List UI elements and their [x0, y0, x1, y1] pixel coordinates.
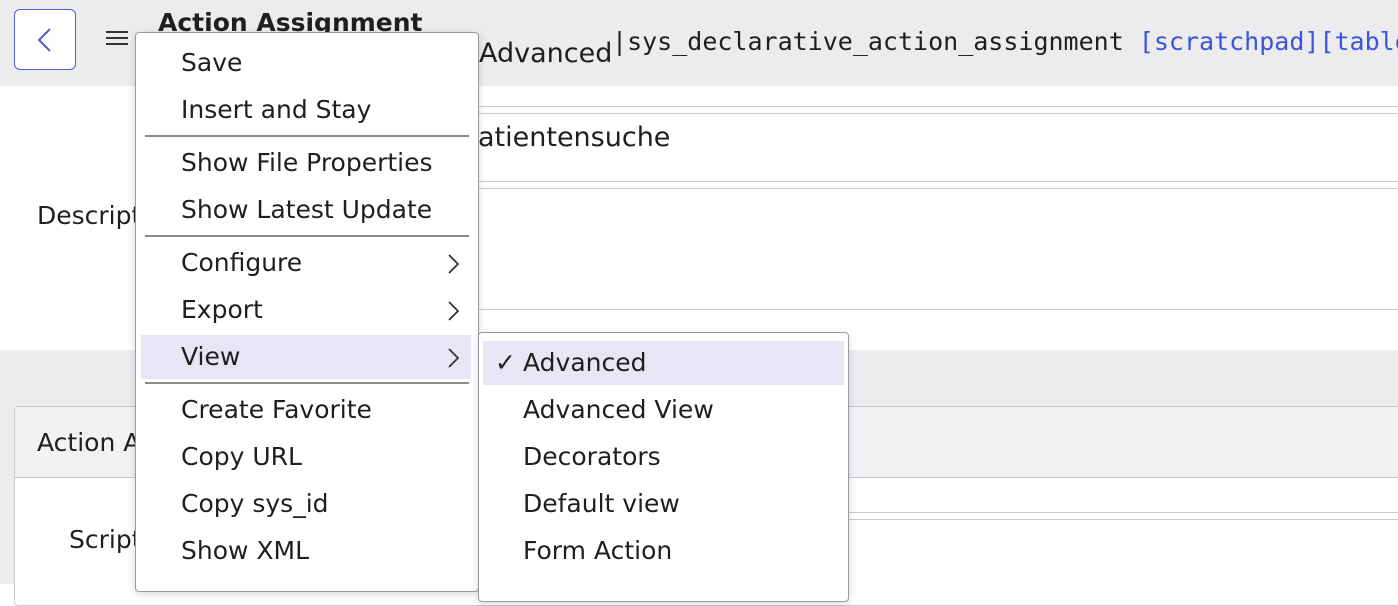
chevron-right-icon	[448, 348, 459, 368]
checkmark-icon: ✓	[495, 348, 516, 377]
submenu-item-decorators[interactable]: Decorators	[483, 435, 844, 479]
menu-item-label: Copy URL	[181, 442, 302, 471]
chevron-right-icon	[448, 301, 459, 321]
menu-item-show-latest-update[interactable]: Show Latest Update	[141, 188, 471, 232]
submenu-item-label: Advanced	[523, 348, 647, 377]
submenu-item-advanced-view[interactable]: Advanced View	[483, 388, 844, 432]
menu-item-label: Export	[181, 295, 263, 324]
menu-item-show-xml[interactable]: Show XML	[141, 529, 471, 573]
menu-icon[interactable]	[106, 31, 130, 51]
menu-item-show-file-properties[interactable]: Show File Properties	[141, 141, 471, 185]
menu-item-label: View	[181, 342, 241, 371]
scratchpad-link[interactable]: [scratchpad]	[1139, 27, 1320, 56]
description-field[interactable]	[470, 188, 1398, 310]
view-name-label: Advanced	[479, 38, 613, 69]
back-button[interactable]	[14, 9, 76, 70]
menu-item-label: Insert and Stay	[181, 95, 372, 124]
menu-item-label: Show File Properties	[181, 148, 433, 177]
menu-item-copy-sys-id[interactable]: Copy sys_id	[141, 482, 471, 526]
table-separator: |	[612, 27, 628, 56]
menu-divider	[145, 235, 469, 237]
table-name: sys_declarative_action_assignment	[627, 27, 1124, 56]
submenu-item-form-action[interactable]: Form Action	[483, 529, 844, 573]
menu-item-copy-url[interactable]: Copy URL	[141, 435, 471, 479]
description-label: Descript	[37, 201, 142, 230]
menu-item-insert-and-stay[interactable]: Insert and Stay	[141, 88, 471, 132]
submenu-item-label: Default view	[523, 489, 680, 518]
chevron-right-icon	[448, 254, 459, 274]
menu-item-label: Show Latest Update	[181, 195, 433, 224]
menu-item-export[interactable]: Export	[141, 288, 471, 332]
submenu-item-label: Form Action	[523, 536, 673, 565]
menu-item-label: Configure	[181, 248, 303, 277]
submenu-item-advanced[interactable]: ✓ Advanced	[483, 341, 844, 385]
menu-item-label: Save	[181, 48, 243, 77]
menu-divider	[145, 135, 469, 137]
submenu-item-default-view[interactable]: Default view	[483, 482, 844, 526]
table-info: |sys_declarative_action_assignment [scra…	[612, 27, 1398, 56]
menu-divider	[145, 382, 469, 384]
menu-item-save[interactable]: Save	[141, 41, 471, 85]
script-label: Script	[69, 525, 142, 554]
menu-item-label: Show XML	[181, 536, 310, 565]
menu-item-configure[interactable]: Configure	[141, 241, 471, 285]
submenu-item-label: Advanced View	[523, 395, 714, 424]
name-value: atientensuche	[478, 122, 671, 153]
section-title: Action A	[37, 428, 141, 457]
view-submenu: ✓ Advanced Advanced View Decorators Defa…	[478, 332, 849, 602]
menu-item-label: Create Favorite	[181, 395, 372, 424]
menu-item-view[interactable]: View	[141, 335, 471, 379]
submenu-item-label: Decorators	[523, 442, 661, 471]
table-link[interactable]: [table f	[1319, 27, 1398, 56]
menu-item-label: Copy sys_id	[181, 489, 329, 518]
context-menu: Save Insert and Stay Show File Propertie…	[135, 32, 479, 592]
menu-item-create-favorite[interactable]: Create Favorite	[141, 388, 471, 432]
chevron-left-icon	[37, 28, 51, 52]
